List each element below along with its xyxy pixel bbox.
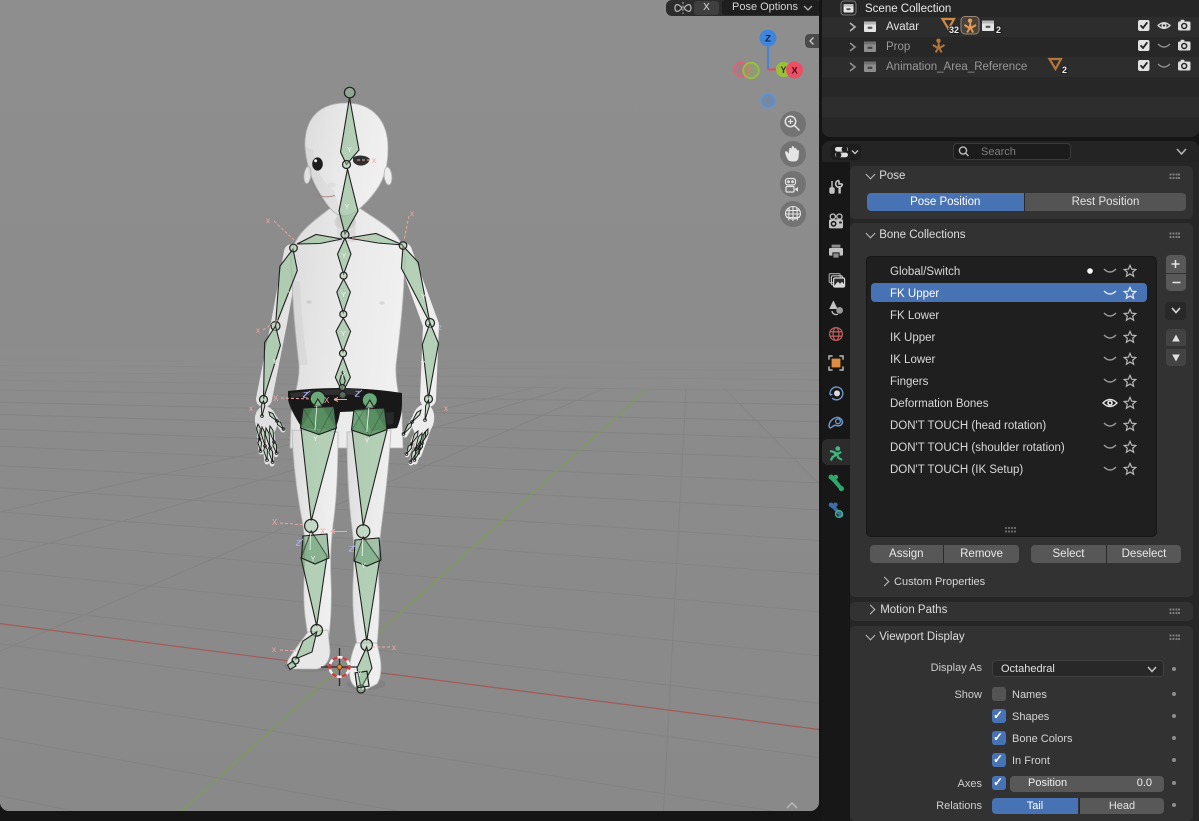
svg-text:Fingers: Fingers bbox=[890, 376, 929, 388]
svg-text:DON'T TOUCH (head rotation): DON'T TOUCH (head rotation) bbox=[890, 420, 1046, 432]
svg-text:Avatar: Avatar bbox=[886, 21, 919, 33]
svg-text:IK Upper: IK Upper bbox=[890, 332, 936, 344]
svg-text:Z: Z bbox=[765, 34, 771, 45]
svg-text:Animation_Area_Reference: Animation_Area_Reference bbox=[886, 61, 1027, 73]
svg-text:Prop: Prop bbox=[886, 41, 910, 53]
svg-text:2: 2 bbox=[1062, 65, 1067, 75]
svg-text:32: 32 bbox=[949, 25, 959, 35]
svg-text:DON'T TOUCH (shoulder rotation: DON'T TOUCH (shoulder rotation) bbox=[890, 442, 1065, 454]
svg-text:Deformation Bones: Deformation Bones bbox=[890, 398, 989, 410]
svg-text:Global/Switch: Global/Switch bbox=[890, 266, 960, 278]
svg-text:FK Lower: FK Lower bbox=[890, 310, 939, 322]
svg-text:Scene Collection: Scene Collection bbox=[865, 3, 951, 15]
svg-text:IK Lower: IK Lower bbox=[890, 354, 936, 366]
svg-text:X: X bbox=[791, 66, 798, 77]
svg-text:2: 2 bbox=[996, 25, 1001, 35]
svg-text:Y: Y bbox=[780, 65, 786, 75]
svg-text:DON'T TOUCH (IK Setup): DON'T TOUCH (IK Setup) bbox=[890, 464, 1023, 476]
svg-text:FK Upper: FK Upper bbox=[890, 288, 939, 300]
